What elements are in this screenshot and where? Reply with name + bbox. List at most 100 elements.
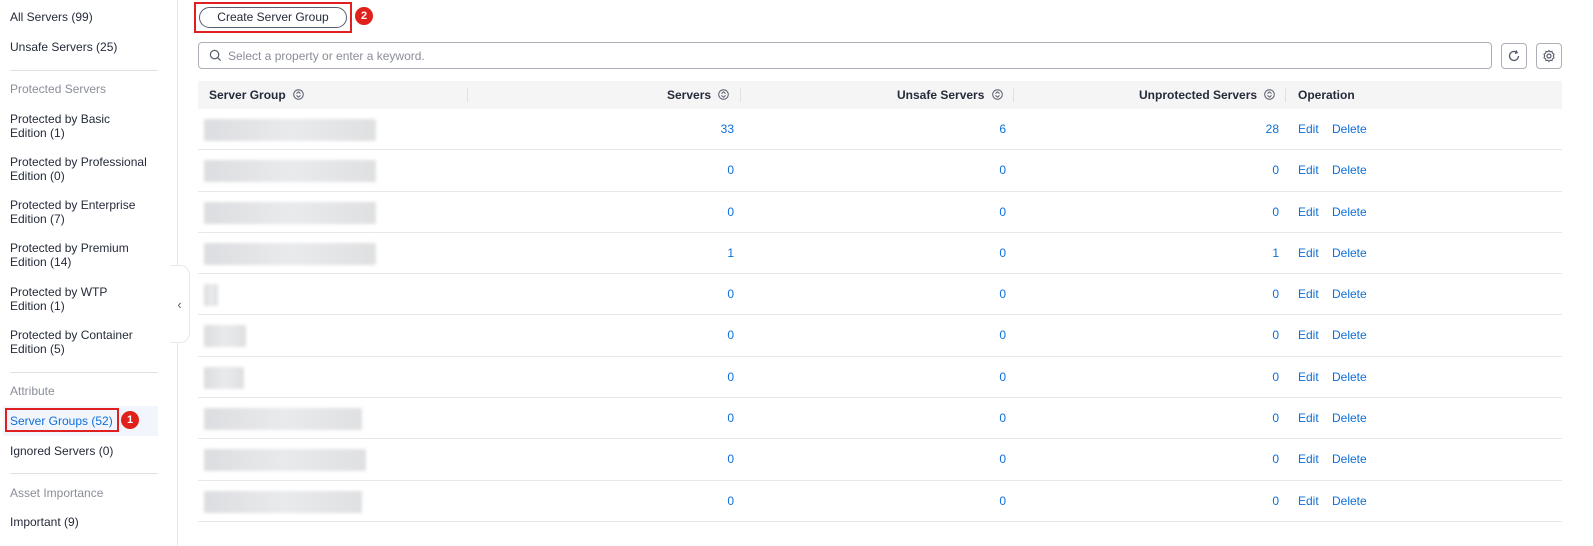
delete-link[interactable]: Delete (1332, 274, 1367, 315)
delete-link[interactable]: Delete (1332, 192, 1367, 233)
sort-icon (1264, 82, 1276, 110)
sidebar-item-premium[interactable]: Protected by Premium Edition (14) (10, 241, 160, 269)
sidebar-item-important[interactable]: Important (9) (10, 515, 160, 529)
unprotected-count[interactable]: 0 (1198, 439, 1279, 480)
highlight-box: Create Server Group (194, 2, 352, 33)
unsafe-count[interactable]: 0 (938, 481, 1006, 522)
delete-link[interactable]: Delete (1332, 315, 1367, 356)
servers-count[interactable]: 0 (678, 315, 734, 356)
unsafe-count[interactable]: 0 (938, 315, 1006, 356)
unprotected-count[interactable]: 28 (1198, 109, 1279, 150)
column-header-servers[interactable]: Servers (667, 81, 730, 110)
delete-link[interactable]: Delete (1332, 233, 1367, 274)
column-divider (467, 88, 468, 102)
server-group-name-redacted (204, 366, 244, 389)
edit-link[interactable]: Edit (1298, 192, 1319, 233)
edit-link[interactable]: Edit (1298, 439, 1319, 480)
servers-count[interactable]: 0 (678, 439, 734, 480)
servers-count[interactable]: 0 (678, 398, 734, 439)
unsafe-count[interactable]: 6 (938, 109, 1006, 150)
edit-link[interactable]: Edit (1298, 150, 1319, 191)
sidebar-item-wtp[interactable]: Protected by WTP Edition (1) (10, 285, 160, 313)
search-input[interactable]: Select a property or enter a keyword. (198, 42, 1492, 69)
edit-link[interactable]: Edit (1298, 233, 1319, 274)
search-placeholder: Select a property or enter a keyword. (228, 48, 425, 63)
sidebar-item-label: Edition (1) (10, 126, 65, 140)
delete-link[interactable]: Delete (1332, 109, 1367, 150)
sidebar-item-all-servers[interactable]: All Servers (99) (10, 10, 160, 24)
delete-link[interactable]: Delete (1332, 357, 1367, 398)
sidebar: All Servers (99) Unsafe Servers (25) Pro… (0, 0, 178, 546)
server-group-name-redacted (204, 325, 246, 348)
server-group-name-redacted (204, 284, 218, 307)
delete-link[interactable]: Delete (1332, 150, 1367, 191)
delete-link[interactable]: Delete (1332, 481, 1367, 522)
step-badge-1: 1 (121, 411, 139, 429)
servers-count[interactable]: 0 (678, 274, 734, 315)
unprotected-count[interactable]: 0 (1198, 315, 1279, 356)
edit-link[interactable]: Edit (1298, 398, 1319, 439)
sidebar-item-label: Protected by Professional (10, 155, 147, 169)
settings-button[interactable] (1536, 43, 1562, 69)
unsafe-count[interactable]: 0 (938, 274, 1006, 315)
unprotected-count[interactable]: 0 (1198, 398, 1279, 439)
edit-link[interactable]: Edit (1298, 109, 1319, 150)
table-row: 0 0 0 Edit Delete (198, 481, 1562, 522)
sidebar-item-basic[interactable]: Protected by Basic Edition (1) (10, 112, 160, 140)
column-header-server-group[interactable]: Server Group (209, 81, 304, 109)
servers-count[interactable]: 33 (678, 109, 734, 150)
column-divider (1285, 88, 1286, 102)
unprotected-count[interactable]: 0 (1198, 192, 1279, 233)
servers-count[interactable]: 1 (678, 233, 734, 274)
sidebar-item-label: Edition (0) (10, 169, 65, 183)
sort-icon (293, 82, 304, 110)
column-header-unsafe[interactable]: Unsafe Servers (897, 81, 1003, 109)
sidebar-item-enterprise[interactable]: Protected by Enterprise Edition (7) (10, 198, 160, 226)
refresh-button[interactable] (1501, 43, 1527, 69)
server-group-name-redacted (204, 490, 362, 513)
column-header-unprotected[interactable]: Unprotected Servers (1139, 81, 1276, 110)
unprotected-count[interactable]: 0 (1198, 481, 1279, 522)
unsafe-count[interactable]: 0 (938, 398, 1006, 439)
unprotected-count[interactable]: 0 (1198, 274, 1279, 315)
unsafe-count[interactable]: 0 (938, 233, 1006, 274)
group-label-attribute: Attribute (10, 384, 55, 398)
unsafe-count[interactable]: 0 (938, 192, 1006, 233)
group-label-importance: Asset Importance (10, 486, 104, 500)
sidebar-item-label: Edition (5) (10, 342, 65, 356)
sort-icon (718, 82, 730, 110)
delete-link[interactable]: Delete (1332, 398, 1367, 439)
create-server-group-button[interactable]: Create Server Group (199, 7, 347, 28)
unprotected-count[interactable]: 0 (1198, 357, 1279, 398)
server-group-name-redacted (204, 160, 376, 183)
table-row: 0 0 0 Edit Delete (198, 150, 1562, 192)
edit-link[interactable]: Edit (1298, 274, 1319, 315)
collapse-sidebar-button[interactable]: ‹ (170, 265, 190, 343)
group-label-protected: Protected Servers (10, 82, 107, 96)
edit-link[interactable]: Edit (1298, 315, 1319, 356)
sidebar-item-server-groups[interactable]: Server Groups (52) 1 (3, 406, 158, 436)
column-header-label: Unsafe Servers (897, 88, 985, 102)
sidebar-item-container[interactable]: Protected by Container Edition (5) (10, 328, 160, 356)
servers-count[interactable]: 0 (678, 192, 734, 233)
unprotected-count[interactable]: 0 (1198, 150, 1279, 191)
unsafe-count[interactable]: 0 (938, 150, 1006, 191)
servers-count[interactable]: 0 (678, 357, 734, 398)
delete-link[interactable]: Delete (1332, 439, 1367, 480)
unsafe-count[interactable]: 0 (938, 439, 1006, 480)
column-header-label: Operation (1298, 88, 1355, 102)
sidebar-item-professional[interactable]: Protected by Professional Edition (0) (10, 155, 160, 183)
servers-count[interactable]: 0 (678, 481, 734, 522)
unsafe-count[interactable]: 0 (938, 357, 1006, 398)
servers-count[interactable]: 0 (678, 150, 734, 191)
edit-link[interactable]: Edit (1298, 357, 1319, 398)
table-row: 0 0 0 Edit Delete (198, 274, 1562, 316)
sidebar-item-unsafe-servers[interactable]: Unsafe Servers (25) (10, 40, 160, 54)
table-row: 0 0 0 Edit Delete (198, 192, 1562, 233)
divider (10, 473, 158, 474)
edit-link[interactable]: Edit (1298, 481, 1319, 522)
divider (10, 70, 158, 71)
sidebar-item-ignored[interactable]: Ignored Servers (0) (10, 444, 160, 458)
sidebar-item-label: Protected by Container (10, 328, 133, 342)
unprotected-count[interactable]: 1 (1198, 233, 1279, 274)
